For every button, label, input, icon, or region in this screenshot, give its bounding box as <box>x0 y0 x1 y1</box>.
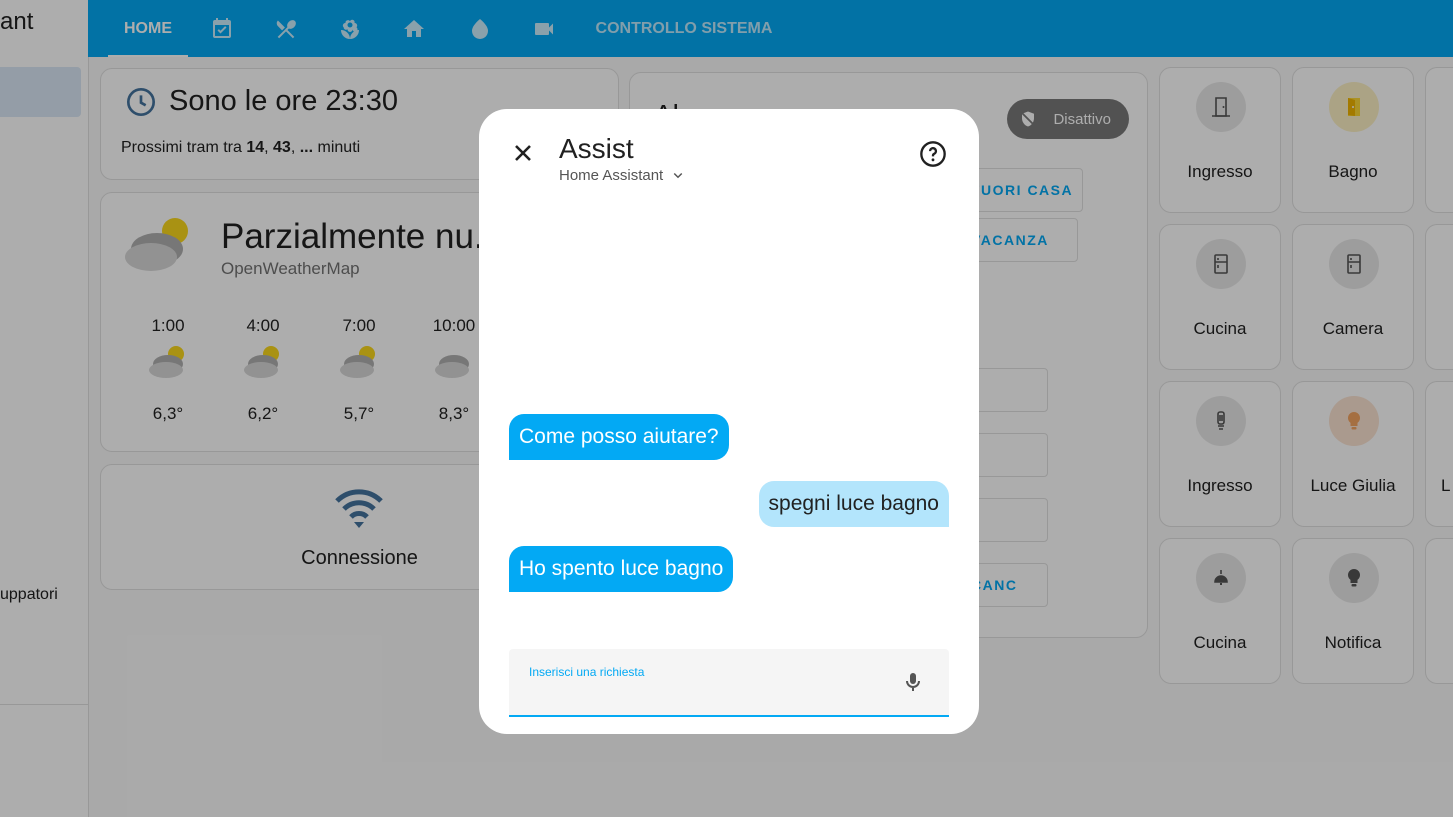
pipeline-name: Home Assistant <box>559 166 664 184</box>
microphone-icon[interactable] <box>901 669 925 695</box>
request-field-label: Inserisci una richiesta <box>529 665 645 679</box>
close-icon[interactable] <box>509 139 537 167</box>
assist-dialog: Assist Home Assistant Come posso aiutare… <box>479 109 979 734</box>
pipeline-selector[interactable]: Home Assistant <box>559 166 687 184</box>
chevron-down-icon <box>673 172 683 179</box>
request-field[interactable]: Inserisci una richiesta <box>509 649 949 717</box>
help-icon[interactable] <box>919 140 947 168</box>
assistant-message: Ho spento luce bagno <box>509 546 734 592</box>
assistant-message: Come posso aiutare? <box>509 414 729 460</box>
dialog-title: Assist <box>559 133 634 164</box>
user-message: spegni luce bagno <box>758 481 949 527</box>
